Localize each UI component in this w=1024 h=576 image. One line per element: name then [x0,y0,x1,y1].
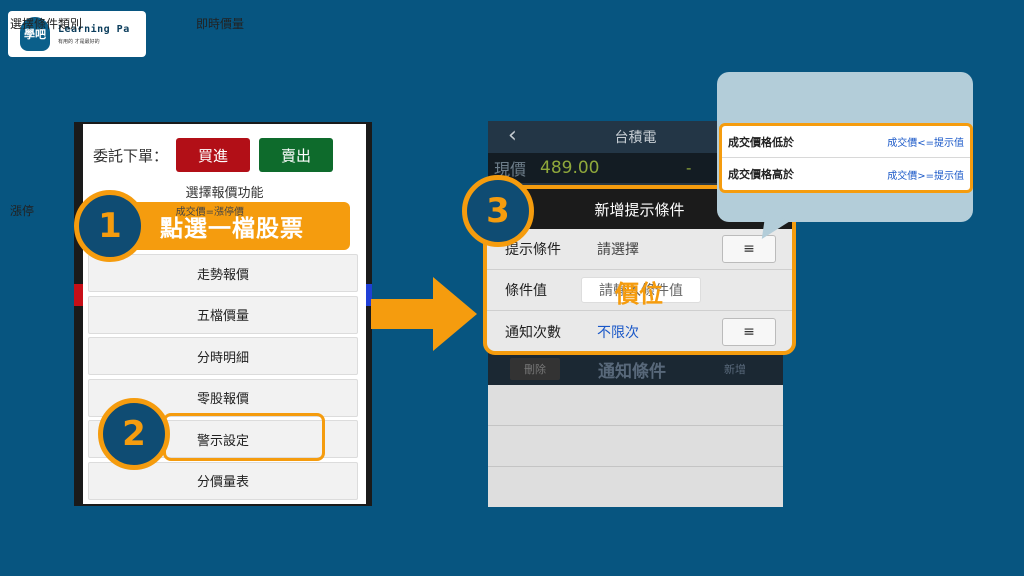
popup-header-right: 即時價量 [195,16,244,31]
popup-item-label: 成交價格低於 [728,135,794,149]
popup-header-left: 選擇條件類別 [10,16,83,31]
step2-badge: 2 [98,398,170,470]
list-item [488,467,783,507]
notify-count-row: 通知次數 不限次 ≡ [487,311,792,351]
popup-header: 選擇條件類別 即時價量 [0,8,256,38]
list-item [488,426,783,467]
condition-type-label: 提示條件 [505,242,561,258]
notify-count-label: 通知次數 [505,324,561,341]
right-arrow-icon [371,277,477,351]
popup-item-formula: 成交價>=提示值 [887,170,964,182]
condition-type-row: 提示條件 請選擇 ≡ [487,229,792,270]
step3-badge: 3 [462,175,534,247]
sell-button[interactable]: 賣出 [259,138,334,172]
notify-count-menu-button[interactable]: ≡ [722,317,776,346]
menu-item-tick-detail[interactable]: 分時明細 [88,337,358,375]
popup-item-formula: 成交價<=提示值 [887,138,964,149]
popup-item-price-above[interactable]: 成交價格高於 成交價>=提示值 [722,158,970,190]
menu-item-five-levels[interactable]: 五檔價量 [88,295,358,334]
popup-item-label: 漲停 [10,203,35,218]
condition-type-value[interactable]: 請選擇 [597,239,639,259]
price-value: 489.00 [540,158,600,178]
notify-title: 通知條件 [598,361,666,382]
price-overlay-label: 價位 [615,280,663,308]
order-row: 委託下單： 買進 賣出 [93,138,334,172]
logo-slogan: 有用的 才是最好的 [58,38,100,45]
add-button[interactable]: 新增 [724,361,746,377]
notify-toolbar: 刪除 通知條件 新增 [488,353,783,385]
popup-item-formula: 成交價=漲停價 [175,206,244,218]
condition-value-row: 條件值 請輸入條件值 價位 [487,270,792,311]
back-chevron-icon[interactable]: ‹ [508,123,517,148]
price-change: - [686,159,692,177]
notify-count-value[interactable]: 不限次 [597,322,639,342]
step2-highlight-box [163,413,325,461]
order-label: 委託下單： [93,146,169,165]
condition-list [488,385,783,507]
delete-button[interactable]: 刪除 [510,358,560,380]
popup-highlight: 成交價格低於 成交價<=提示值 成交價格高於 成交價>=提示值 [719,123,973,193]
stock-name: 台積電 [614,130,657,146]
list-item [488,385,783,426]
buy-button[interactable]: 買進 [176,138,251,172]
popup-item-price-below[interactable]: 成交價格低於 成交價<=提示值 [722,126,970,158]
popup-item-label: 成交價格高於 [728,168,794,181]
popup-item-limit-up[interactable]: 漲停 成交價=漲停價 [0,196,256,224]
side-red-mark [74,284,83,306]
